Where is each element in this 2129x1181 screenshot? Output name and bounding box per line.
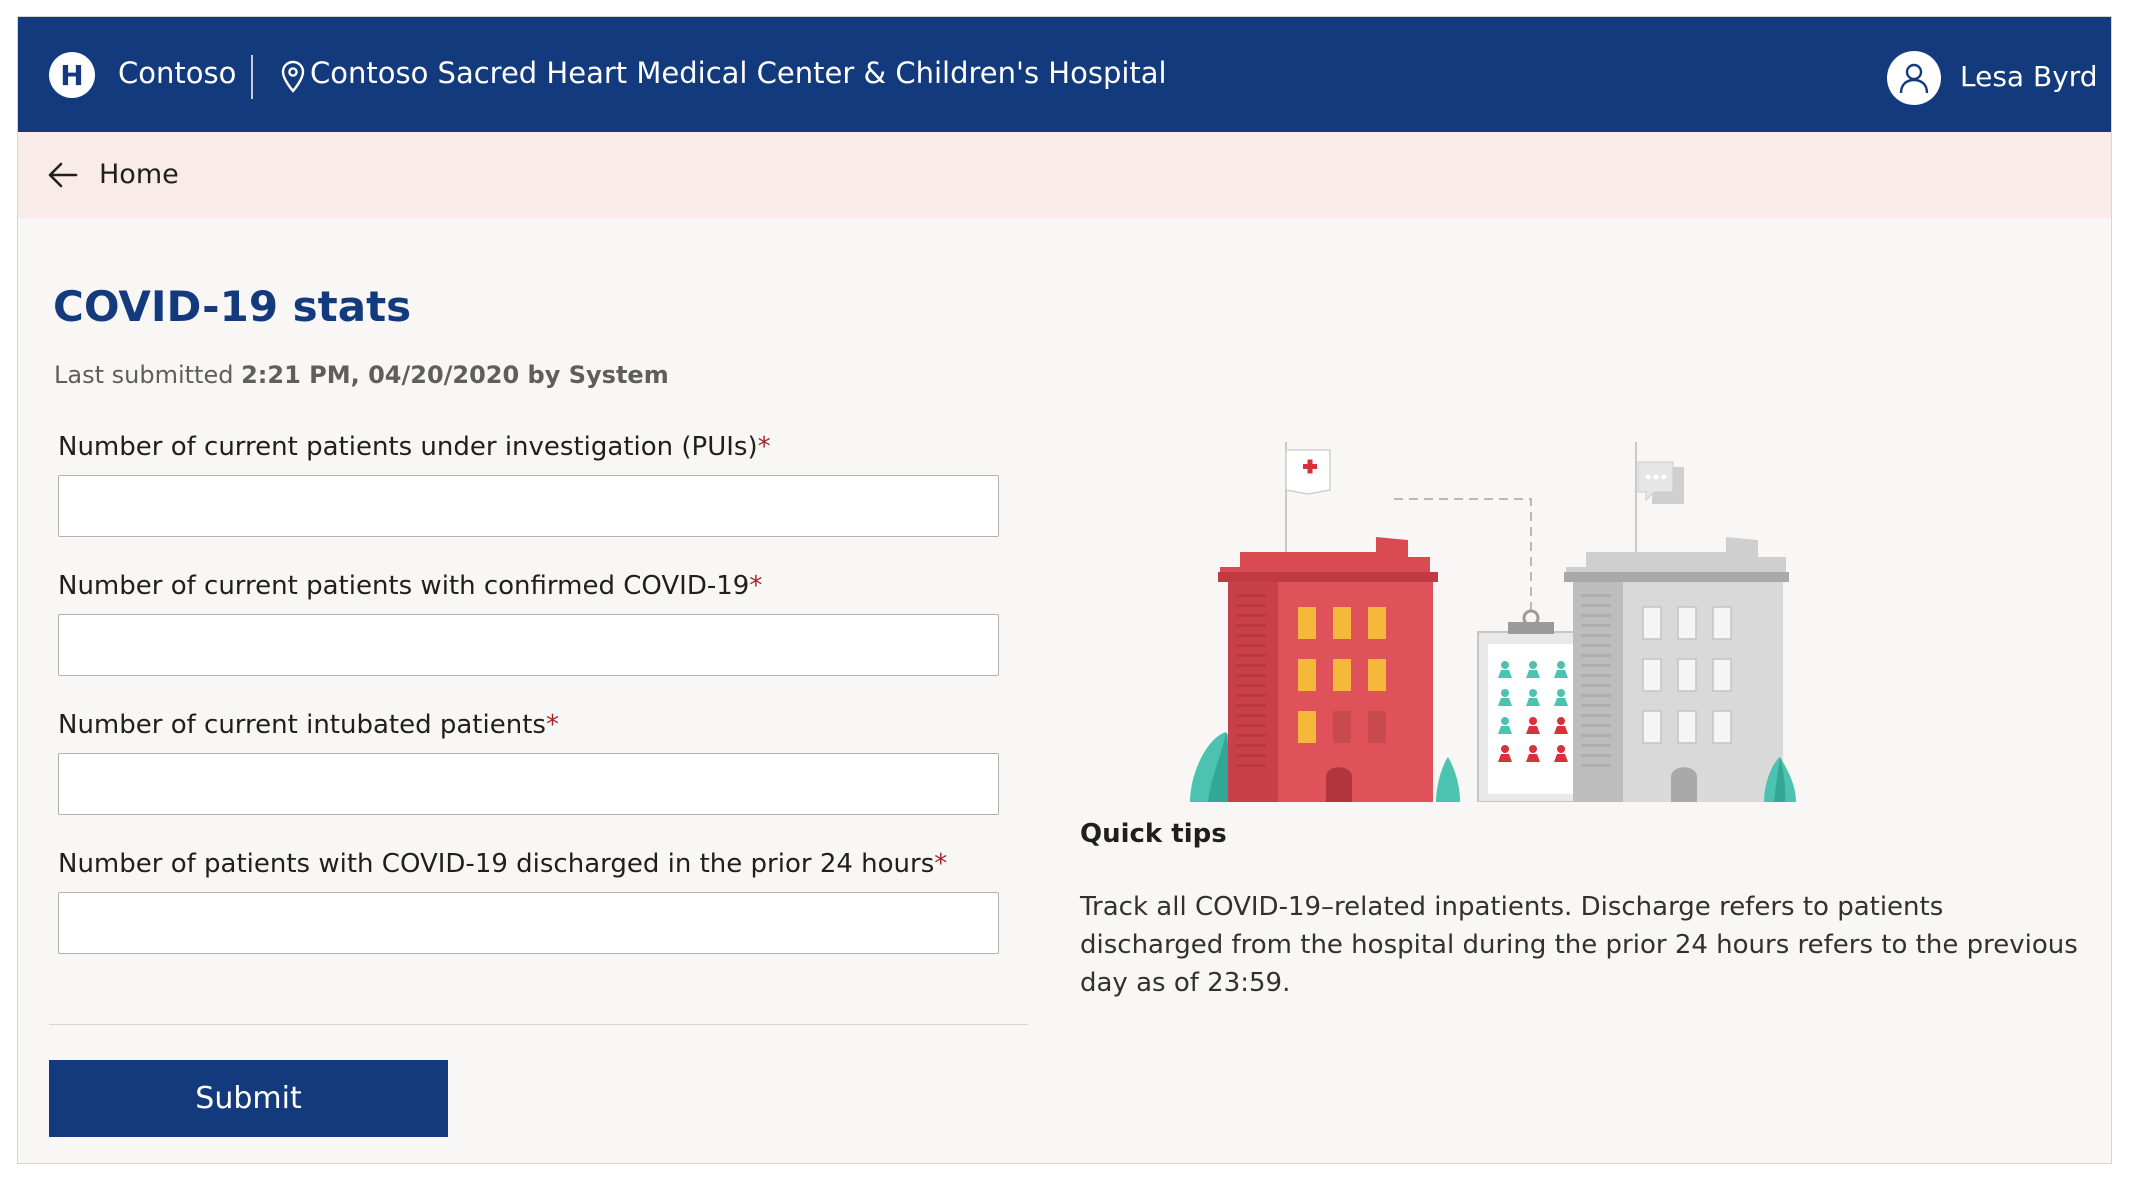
- required-asterisk: *: [757, 432, 771, 462]
- brand-name[interactable]: Contoso: [118, 51, 236, 95]
- submit-button[interactable]: Submit: [49, 1060, 448, 1137]
- arrow-left-icon[interactable]: [46, 159, 80, 191]
- discharged-input[interactable]: [58, 892, 999, 954]
- page-title: COVID-19 stats: [53, 282, 412, 331]
- field-label-text: Number of patients with COVID-19 dischar…: [58, 849, 935, 879]
- app-window: H Contoso Contoso Sacred Heart Medical C…: [17, 16, 2112, 1164]
- hospital-illustration: [1190, 442, 1796, 802]
- field-label-text: Number of current patients under investi…: [58, 432, 758, 462]
- required-asterisk: *: [545, 710, 559, 740]
- home-link[interactable]: Home: [99, 153, 179, 197]
- last-submitted-prefix: Last submitted: [54, 361, 234, 389]
- required-asterisk: *: [749, 571, 763, 601]
- top-header-bar: H Contoso Contoso Sacred Heart Medical C…: [18, 17, 2111, 132]
- hospital-logo-icon[interactable]: H: [49, 52, 95, 98]
- form-divider: [49, 1024, 1028, 1025]
- user-avatar-icon: [1899, 63, 1929, 94]
- last-submitted-info: Last submitted 2:21 PM, 04/20/2020 by Sy…: [54, 357, 669, 393]
- field-label-intubated: Number of current intubated patients*: [58, 705, 559, 745]
- field-label-text: Number of current intubated patients: [58, 710, 546, 740]
- intubated-input[interactable]: [58, 753, 999, 815]
- last-submitted-value: 2:21 PM, 04/20/2020 by System: [241, 361, 669, 389]
- field-label-discharged: Number of patients with COVID-19 dischar…: [58, 844, 947, 884]
- breadcrumb-bar: Home: [18, 132, 2111, 218]
- puis-input[interactable]: [58, 475, 999, 537]
- field-label-puis: Number of current patients under investi…: [58, 427, 771, 467]
- confirmed-covid-input[interactable]: [58, 614, 999, 676]
- required-asterisk: *: [934, 849, 948, 879]
- field-label-confirmed: Number of current patients with confirme…: [58, 566, 762, 606]
- facility-name[interactable]: Contoso Sacred Heart Medical Center & Ch…: [310, 51, 1167, 95]
- field-label-text: Number of current patients with confirme…: [58, 571, 750, 601]
- quick-tips-title: Quick tips: [1080, 819, 1227, 849]
- quick-tips-body: Track all COVID-19–related inpatients. D…: [1080, 892, 2078, 998]
- user-name[interactable]: Lesa Byrd: [1960, 55, 2098, 99]
- header-divider: [251, 55, 253, 99]
- location-pin-icon: [281, 60, 305, 93]
- user-avatar[interactable]: [1887, 51, 1941, 105]
